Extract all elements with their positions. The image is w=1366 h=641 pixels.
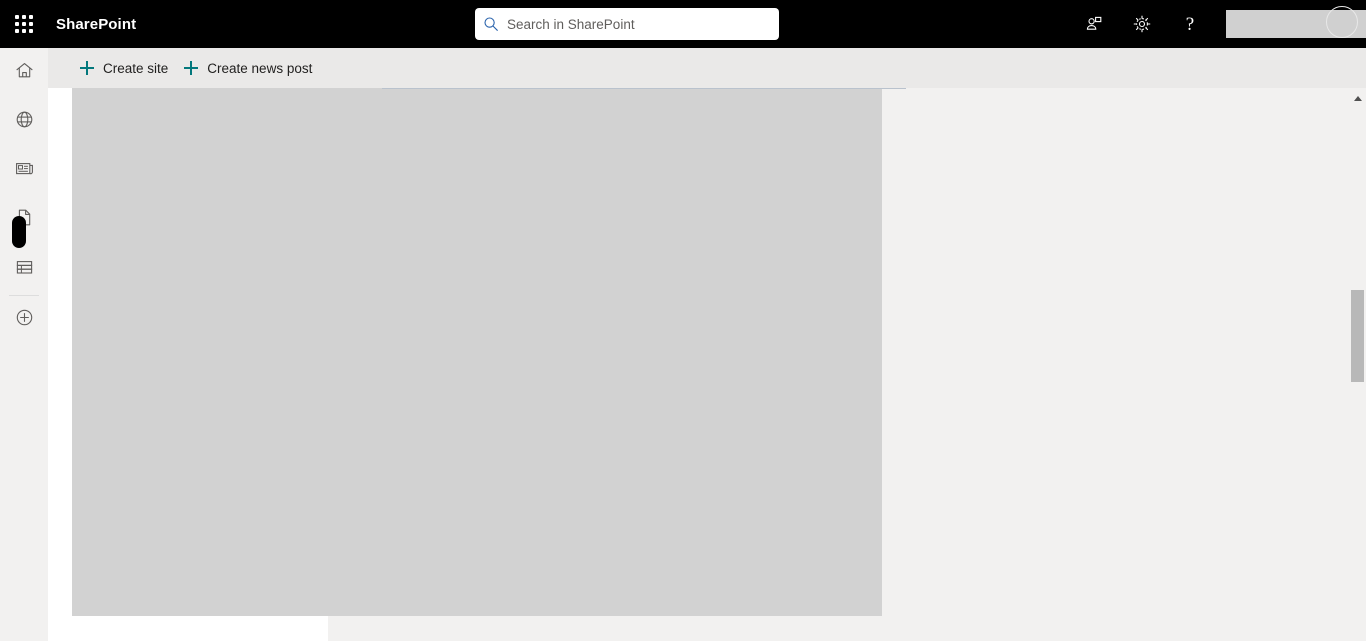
vertical-scrollbar[interactable] [1349,88,1366,641]
sidebar-item-home[interactable] [0,53,48,93]
gear-icon[interactable] [1118,0,1166,48]
avatar[interactable] [1326,6,1358,38]
rail-divider [9,295,39,296]
help-glyph: ? [1185,13,1195,35]
meet-now-icon[interactable] [1070,0,1118,48]
search-box[interactable] [475,8,779,40]
app-launcher-waffle-icon[interactable] [0,0,48,48]
suite-actions: ? [1070,0,1366,48]
page-canvas [48,88,1366,641]
plus-circle-icon [14,307,35,333]
sidebar-item-news[interactable] [0,151,48,191]
mouse-cursor [12,216,26,248]
search-icon [475,8,507,40]
help-icon[interactable]: ? [1166,0,1214,48]
left-navigation-rail [0,48,48,641]
home-icon [14,60,35,86]
lists-icon [14,257,35,283]
create-site-label: Create site [103,60,169,76]
scroll-thumb[interactable] [1351,290,1364,382]
waffle-grid [15,15,33,33]
brand-title[interactable]: SharePoint [56,16,136,33]
create-site-button[interactable]: Create site [72,48,176,88]
globe-icon [14,109,35,135]
sidebar-item-create[interactable] [0,300,48,340]
content-placeholder-block [72,88,906,616]
create-news-post-label: Create news post [207,60,313,76]
scroll-up-arrow-glyph [1353,95,1362,101]
placeholder-top-rule [382,88,906,89]
news-icon [14,158,35,184]
suite-top-bar: SharePoint ? [0,0,1366,48]
plus-icon [184,61,199,75]
command-bar: Create site Create news post [48,48,1366,88]
sidebar-item-sites[interactable] [0,102,48,142]
search-input[interactable] [507,9,757,39]
scroll-up-arrow-icon[interactable] [1349,88,1366,108]
account-manager[interactable] [1214,0,1366,48]
sidebar-item-lists[interactable] [0,250,48,290]
plus-icon [80,61,94,75]
create-news-post-button[interactable]: Create news post [176,48,320,88]
